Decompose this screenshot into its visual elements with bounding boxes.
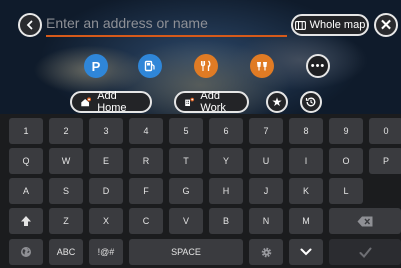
confirm-key[interactable] — [329, 239, 401, 265]
key-9[interactable]: 9 — [329, 118, 363, 144]
close-button[interactable]: ✕ — [374, 13, 398, 37]
key-w[interactable]: W — [49, 148, 83, 174]
shift-arrow-icon — [21, 216, 31, 226]
key-7[interactable]: 7 — [249, 118, 283, 144]
backspace-key[interactable] — [329, 208, 401, 234]
chevron-down-icon — [300, 248, 312, 256]
key-0[interactable]: 0 — [369, 118, 401, 144]
key-6[interactable]: 6 — [209, 118, 243, 144]
work-add-icon — [185, 97, 195, 107]
key-p[interactable]: P — [369, 148, 401, 174]
key-i[interactable]: I — [289, 148, 323, 174]
drinks-icon — [257, 62, 267, 71]
history-icon — [305, 97, 316, 107]
checkmark-icon — [359, 247, 371, 258]
key-y[interactable]: Y — [209, 148, 243, 174]
recent-button[interactable] — [300, 91, 322, 113]
hide-keyboard-key[interactable] — [289, 239, 323, 265]
key-v[interactable]: V — [169, 208, 203, 234]
key-z[interactable]: Z — [49, 208, 83, 234]
add-home-button[interactable]: Add Home — [70, 90, 152, 114]
settings-key[interactable] — [249, 239, 283, 265]
key-q[interactable]: Q — [9, 148, 43, 174]
key-5[interactable]: 5 — [169, 118, 203, 144]
parking-icon: P — [91, 58, 101, 74]
bar-category-button[interactable] — [250, 54, 274, 78]
globe-icon — [21, 247, 31, 257]
fuel-icon — [144, 60, 155, 72]
key-k[interactable]: K — [289, 178, 323, 204]
fuel-category-button[interactable] — [138, 54, 162, 78]
key-x[interactable]: X — [89, 208, 123, 234]
whole-map-button[interactable]: Whole map — [291, 14, 369, 36]
key-l[interactable]: L — [329, 178, 363, 204]
back-button[interactable] — [18, 13, 42, 37]
map-icon — [294, 20, 306, 30]
key-1[interactable]: 1 — [9, 118, 43, 144]
add-work-button[interactable]: Add Work — [174, 90, 249, 114]
key-a[interactable]: A — [9, 178, 43, 204]
search-input[interactable] — [46, 11, 287, 37]
favorites-button[interactable]: ★ — [266, 91, 288, 113]
home-add-icon — [81, 97, 92, 107]
backspace-icon — [357, 216, 373, 226]
language-key[interactable] — [9, 239, 43, 265]
whole-map-label: Whole map — [309, 19, 366, 31]
symbols-key[interactable]: !@# — [89, 239, 123, 265]
fork-knife-icon — [200, 60, 211, 71]
key-4[interactable]: 4 — [129, 118, 163, 144]
shift-key[interactable] — [9, 208, 43, 234]
abc-key[interactable]: ABC — [49, 239, 83, 265]
restaurant-category-button[interactable] — [194, 54, 218, 78]
chevron-left-icon — [26, 20, 33, 30]
key-8[interactable]: 8 — [289, 118, 323, 144]
key-o[interactable]: O — [329, 148, 363, 174]
key-t[interactable]: T — [169, 148, 203, 174]
key-d[interactable]: D — [89, 178, 123, 204]
map-background: Whole map ✕ P ••• Add — [0, 0, 401, 114]
space-key[interactable]: SPACE — [129, 239, 243, 265]
key-r[interactable]: R — [129, 148, 163, 174]
star-icon: ★ — [271, 95, 283, 109]
key-2[interactable]: 2 — [49, 118, 83, 144]
key-j[interactable]: J — [249, 178, 283, 204]
parking-category-button[interactable]: P — [84, 54, 108, 78]
key-h[interactable]: H — [209, 178, 243, 204]
add-home-label: Add Home — [97, 90, 127, 114]
key-n[interactable]: N — [249, 208, 283, 234]
key-g[interactable]: G — [169, 178, 203, 204]
key-u[interactable]: U — [249, 148, 283, 174]
close-icon: ✕ — [379, 17, 393, 34]
gear-icon — [261, 247, 271, 257]
on-screen-keyboard: 1 2 3 4 5 6 7 8 9 0 Q W E R T Y U I O P … — [0, 114, 401, 268]
key-m[interactable]: M — [289, 208, 323, 234]
key-f[interactable]: F — [129, 178, 163, 204]
more-icon: ••• — [310, 60, 326, 72]
key-b[interactable]: B — [209, 208, 243, 234]
key-e[interactable]: E — [89, 148, 123, 174]
more-categories-button[interactable]: ••• — [306, 54, 330, 78]
key-3[interactable]: 3 — [89, 118, 123, 144]
key-c[interactable]: C — [129, 208, 163, 234]
add-work-label: Add Work — [200, 90, 226, 114]
key-s[interactable]: S — [49, 178, 83, 204]
